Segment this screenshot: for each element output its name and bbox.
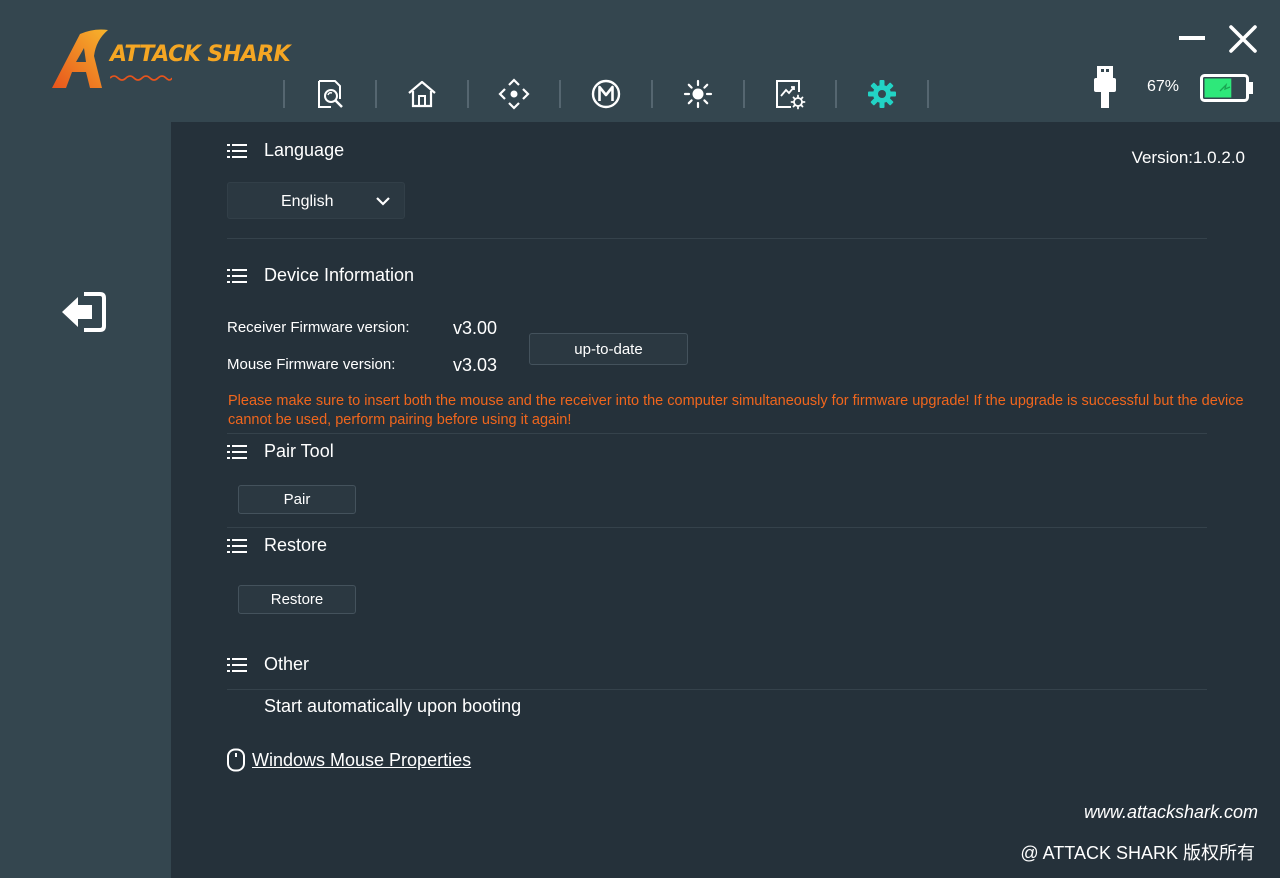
pair-tool-title: Pair Tool (264, 441, 334, 461)
device-info-section-title: Device Information (227, 265, 414, 286)
mouse-firmware-value: v3.03 (453, 355, 498, 375)
settings-gear-icon (868, 80, 896, 108)
section-divider (227, 527, 1207, 528)
mouse-icon (227, 748, 245, 772)
language-section-title: Language (227, 140, 344, 161)
close-icon (1229, 25, 1257, 53)
battery-icon (1200, 74, 1253, 102)
main-nav (283, 74, 929, 114)
list-icon (227, 444, 247, 459)
lighting-icon (683, 79, 713, 109)
macro-m-icon (591, 79, 621, 109)
performance-settings-icon (776, 80, 806, 110)
autostart-option[interactable]: Start automatically upon booting (264, 696, 521, 717)
title-bar: ATTACK SHARK 67% (0, 0, 1280, 122)
device-info-title: Device Information (264, 265, 415, 285)
other-title: Other (264, 654, 310, 674)
nav-buttons[interactable] (469, 74, 559, 114)
receiver-firmware-label: Receiver Firmware version: (227, 319, 410, 336)
nav-performance[interactable] (745, 74, 835, 114)
firmware-warning-text: Please make sure to insert both the mous… (228, 393, 1244, 428)
nav-settings[interactable] (837, 74, 927, 114)
restore-section-title: Restore (227, 535, 327, 556)
pair-tool-section-title: Pair Tool (227, 441, 334, 462)
nav-search-doc[interactable] (285, 74, 375, 114)
battery-percentage: 67% (1147, 78, 1180, 95)
nav-lighting[interactable] (653, 74, 743, 114)
chevron-down-icon (376, 197, 390, 206)
search-doc-icon (318, 80, 343, 108)
restore-button[interactable]: Restore (238, 585, 356, 614)
mouse-firmware-label: Mouse Firmware version: (227, 356, 396, 373)
nav-home[interactable] (377, 74, 467, 114)
nav-separator (927, 80, 929, 108)
windows-mouse-properties-label: Windows Mouse Properties (252, 749, 472, 770)
website-url: www.attackshark.com (1083, 802, 1258, 822)
pair-button[interactable]: Pair (238, 485, 356, 514)
brand-name: ATTACK SHARK (110, 42, 291, 67)
section-divider (227, 238, 1207, 239)
list-icon (227, 657, 247, 672)
receiver-firmware-value: v3.00 (453, 318, 498, 338)
minimize-button[interactable] (1175, 22, 1209, 56)
exit-back-icon[interactable] (60, 290, 110, 334)
brand-logo: ATTACK SHARK (50, 26, 300, 92)
firmware-update-button[interactable]: up-to-date (529, 333, 688, 365)
wave-decoration-icon (110, 75, 172, 81)
language-selected-value: English (281, 193, 334, 210)
settings-panel: Language Version:1.0.2.0 English Device … (171, 122, 1280, 878)
list-icon (227, 538, 247, 553)
nav-macro[interactable] (561, 74, 651, 114)
list-icon (227, 143, 247, 158)
language-title: Language (264, 140, 345, 160)
usb-connection-icon (1094, 66, 1116, 108)
other-section-title: Other (227, 654, 309, 675)
copyright-text: @ ATTACK SHARK 版权所有 (1020, 843, 1255, 863)
list-icon (227, 268, 247, 283)
section-divider (227, 433, 1207, 434)
home-icon (408, 80, 436, 108)
minimize-icon (1179, 36, 1205, 40)
move-arrows-icon (498, 78, 530, 110)
restore-title: Restore (264, 535, 328, 555)
language-select[interactable]: English (227, 182, 405, 219)
section-divider (227, 689, 1207, 690)
close-button[interactable] (1226, 22, 1260, 56)
sidebar (0, 122, 171, 878)
windows-mouse-properties-link[interactable]: Windows Mouse Properties (226, 748, 471, 772)
app-version: Version:1.0.2.0 (1131, 148, 1245, 167)
